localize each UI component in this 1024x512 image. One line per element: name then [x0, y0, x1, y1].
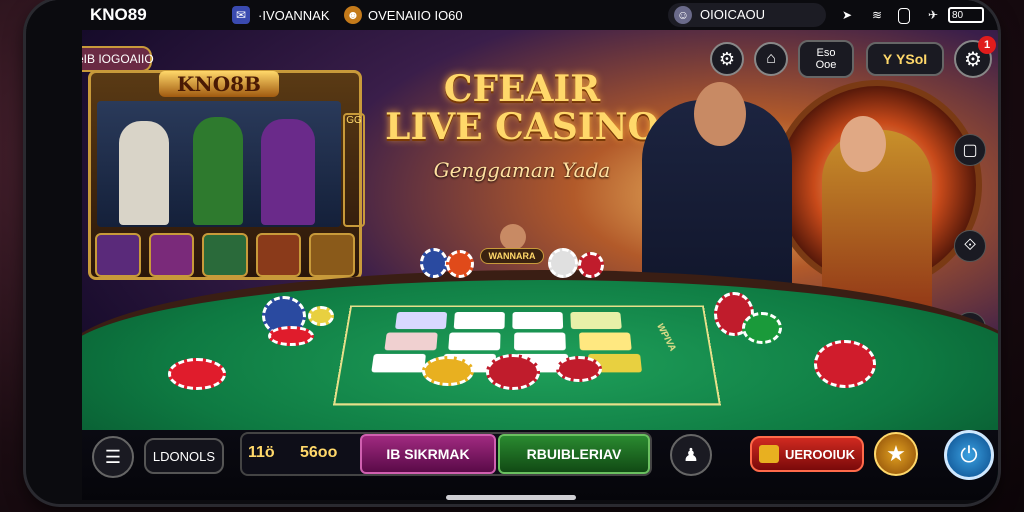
profile-button[interactable]: ♟ [670, 434, 712, 476]
channel-icon: ☻ [344, 6, 362, 24]
bet-cell[interactable] [512, 312, 564, 330]
chip-red[interactable] [268, 326, 314, 346]
bet-cell[interactable] [570, 312, 622, 330]
bet-cell[interactable] [514, 332, 566, 351]
score-right: 56oo [300, 444, 338, 461]
store-label: UEROOIUK [784, 446, 856, 462]
game-screen: KNO8B GG ★ CeIB IOGOAIIO ⚙ ⌂ Eso Ooe Y Y… [82, 30, 998, 500]
male-dealer-head [694, 82, 746, 146]
chat-button[interactable]: ▢ [954, 134, 986, 166]
game-thumbnail[interactable] [95, 233, 141, 277]
battery-icon: 80 [948, 7, 984, 23]
chip-right-center[interactable] [556, 356, 602, 382]
chip-orange[interactable] [446, 250, 474, 278]
chip-gold[interactable] [422, 356, 474, 386]
store-icon [758, 445, 779, 463]
bet-cell[interactable] [395, 312, 448, 330]
bet-cell[interactable] [578, 332, 632, 351]
store-button[interactable]: UEROOIUK [750, 436, 864, 472]
chip-stack-green[interactable] [742, 312, 782, 344]
chip-yellow[interactable] [308, 306, 334, 326]
bet-cell[interactable] [453, 312, 505, 330]
share-button[interactable]: ⟐ [954, 230, 986, 262]
hero-title-line1: CFEAIR [443, 68, 601, 110]
battery-level: 80 [952, 10, 964, 21]
share-icon: ⟐ [963, 237, 977, 254]
info-icon: ⌂ [766, 50, 776, 67]
score-left: 11ö [248, 444, 275, 461]
badge-text: ·IVOANNAK [258, 8, 330, 23]
game-thumbnail[interactable] [148, 233, 195, 277]
person-figure-3 [261, 119, 315, 225]
game-thumbnail[interactable] [309, 233, 355, 277]
settings-button[interactable]: ⚙ [710, 42, 744, 76]
lobby-button[interactable]: LDONOLS [144, 438, 224, 474]
avatar-icon: ☺ [674, 6, 692, 24]
signal-icon: ✈ [927, 8, 939, 22]
gear-icon: ⚙ [718, 48, 736, 69]
female-dealer-head [840, 116, 886, 172]
hero-subtitle: Genggaman Yada [433, 158, 611, 182]
tile-button[interactable]: Eso Ooe [798, 40, 854, 78]
bet-cell[interactable] [384, 332, 438, 351]
tab-pink[interactable]: IB SIKRMAK [360, 434, 496, 474]
chat-icon: ▢ [962, 142, 978, 159]
favorite-button[interactable]: ★ [874, 432, 918, 476]
status-bar: KNO89 ✉ ·IVOANNAK ☻ OVENAIIO IO60 ☺ OIOI… [26, 0, 998, 30]
tab-green[interactable]: RBUIBLERIAV [498, 434, 650, 474]
wifi-icon: ≋ [871, 8, 883, 22]
game-thumbnail-row [95, 233, 355, 277]
person-figure-1 [119, 121, 169, 225]
table-side-label: WPIVA [654, 322, 679, 353]
home-indicator[interactable] [446, 495, 576, 500]
chip-white[interactable] [548, 248, 578, 278]
balance-pill[interactable]: Y YSoI [866, 42, 944, 76]
search-box[interactable]: ☺ OIOICAOU [668, 3, 826, 27]
betting-grid[interactable]: WPIVA [332, 305, 722, 406]
game-thumbnail[interactable] [255, 233, 302, 277]
person-figure-2 [193, 117, 243, 225]
promo-card[interactable]: KNO8B GG [88, 70, 365, 280]
chip-center[interactable] [486, 354, 540, 390]
app-badge-icon: ✉ [232, 6, 250, 24]
phone-icon [898, 8, 910, 24]
promo-image [97, 101, 341, 227]
menu-icon: ☰ [104, 446, 122, 467]
search-text: OIOICAOU [700, 7, 766, 22]
promo-title: KNO8B [159, 71, 279, 97]
bet-cell[interactable] [371, 353, 426, 373]
profile-icon: ♟ [682, 444, 700, 465]
game-thumbnail[interactable] [202, 233, 248, 277]
star-icon: ★ [886, 441, 906, 466]
chip-blue-small[interactable] [420, 248, 448, 278]
info-button[interactable]: ⌂ [754, 42, 788, 76]
navigation-icon: ➤ [841, 8, 853, 22]
power-button[interactable]: ⏻ [944, 430, 994, 480]
power-icon: ⏻ [960, 442, 978, 467]
menu-button[interactable]: ☰ [92, 436, 134, 478]
center-dealer: WANNARA [480, 224, 546, 264]
bet-panel: 11ö 56oo IB SIKRMAK RBUIBLERIAV [240, 432, 652, 476]
chip-red-small[interactable] [578, 252, 604, 278]
hero-title-line2: LIVE CASINO [385, 106, 659, 148]
notification-badge: 1 [978, 36, 996, 54]
dealer-avatar [500, 224, 526, 250]
bottom-bar: ☰ LDONOLS 11ö 56oo IB SIKRMAK RBUIBLERIA… [82, 430, 998, 500]
phone-frame: KNO89 ✉ ·IVOANNAK ☻ OVENAIIO IO60 ☺ OIOI… [26, 0, 998, 504]
chip-stack-left[interactable] [168, 358, 226, 390]
brand-pill[interactable]: CeIB IOGOAIIO [82, 46, 154, 72]
app-title: KNO89 [90, 5, 147, 24]
chip-stack-right[interactable] [814, 340, 876, 388]
dealer-badge: WANNARA [480, 248, 544, 264]
bet-cell[interactable] [448, 332, 501, 351]
promo-frame-label: GG [343, 113, 365, 227]
channel-text: OVENAIIO IO60 [368, 8, 463, 23]
